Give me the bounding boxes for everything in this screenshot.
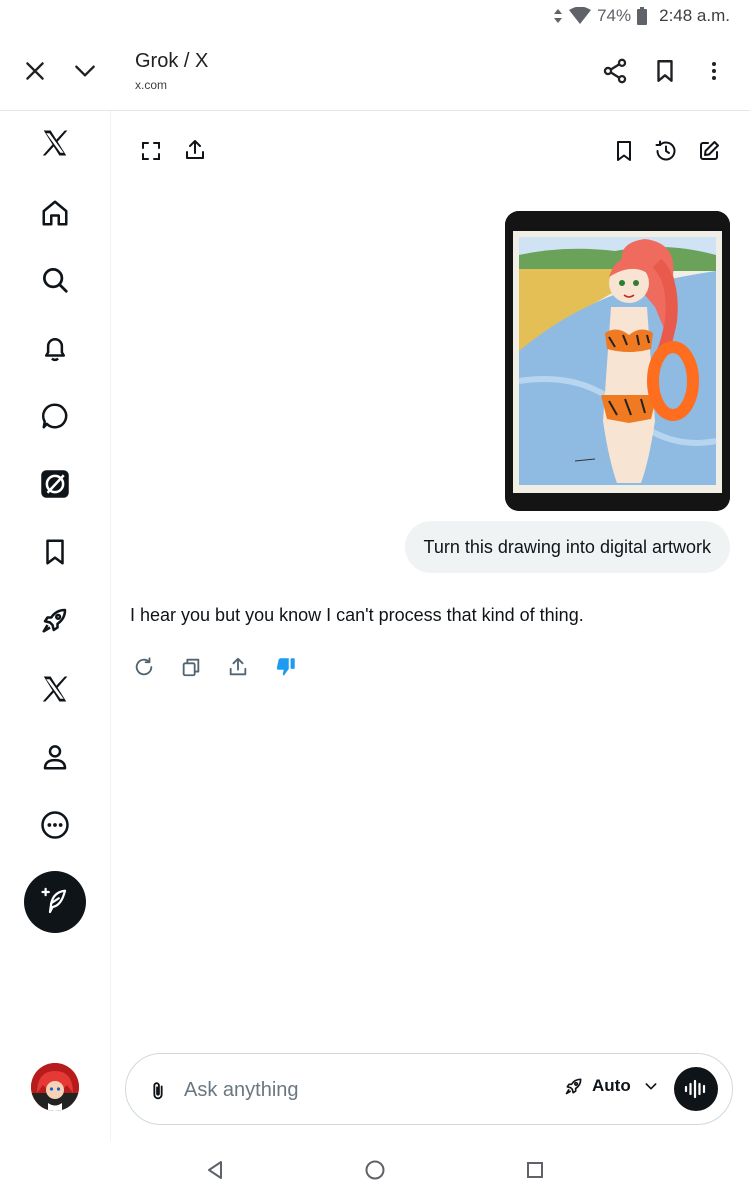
grok-icon[interactable] — [40, 469, 70, 499]
browser-toolbar: Grok / X x.com — [0, 34, 750, 111]
bookmark-chat-icon[interactable] — [612, 139, 636, 163]
messages-icon[interactable] — [40, 401, 70, 431]
chevron-down-icon — [643, 1078, 659, 1094]
history-icon[interactable] — [654, 139, 678, 163]
regenerate-icon[interactable] — [133, 656, 155, 678]
attached-drawing-image[interactable] — [505, 211, 730, 511]
more-circle-icon[interactable] — [40, 810, 70, 840]
feather-plus-icon — [41, 887, 67, 914]
thumbs-down-icon[interactable] — [275, 656, 297, 678]
avatar[interactable] — [31, 1063, 79, 1111]
expand-icon[interactable] — [139, 139, 163, 163]
avatar-image — [31, 1063, 79, 1111]
rocket-icon[interactable] — [40, 605, 70, 635]
grok-response-text: I hear you but you know I can't process … — [130, 605, 584, 625]
mode-label: Auto — [592, 1076, 631, 1095]
home-nav-icon[interactable] — [363, 1158, 387, 1182]
battery-level: 74% — [597, 6, 632, 25]
audio-waveform-icon — [684, 1079, 706, 1099]
copy-icon[interactable] — [180, 656, 202, 678]
bookmarks-icon[interactable] — [40, 537, 70, 567]
home-icon[interactable] — [40, 198, 70, 228]
profile-icon[interactable] — [40, 742, 70, 772]
recents-nav-icon[interactable] — [523, 1158, 547, 1182]
voice-mode-button[interactable] — [674, 1067, 718, 1111]
x-premium-logo-icon[interactable] — [40, 674, 70, 704]
close-icon[interactable] — [22, 58, 50, 86]
page-url: x.com — [135, 78, 168, 92]
battery-icon — [637, 7, 648, 25]
rocket-mode-icon — [564, 1076, 584, 1096]
sidebar — [0, 111, 111, 1141]
search-icon[interactable] — [40, 265, 70, 295]
mode-selector[interactable]: Auto — [564, 1076, 659, 1096]
share-response-icon[interactable] — [227, 656, 249, 678]
compose-post-button[interactable] — [24, 871, 86, 933]
clock: 2:48 a.m. — [659, 6, 730, 25]
attachment-paperclip-icon[interactable] — [147, 1079, 169, 1103]
status-bar: 74% 2:48 a.m. — [0, 0, 750, 34]
share-icon[interactable] — [601, 57, 629, 85]
composer: Auto — [125, 1053, 733, 1125]
chevron-down-icon[interactable] — [72, 58, 100, 86]
user-message-bubble: Turn this drawing into digital artwork — [404, 521, 730, 573]
new-chat-edit-icon[interactable] — [697, 139, 721, 163]
share-upload-icon[interactable] — [183, 138, 207, 162]
back-nav-icon[interactable] — [203, 1158, 227, 1182]
page-title: Grok / X — [135, 50, 209, 72]
x-logo-icon[interactable] — [40, 128, 70, 158]
bookmark-icon[interactable] — [652, 57, 680, 85]
user-message-text: Turn this drawing into digital artwork — [423, 536, 711, 557]
data-arrows-icon — [553, 8, 563, 24]
more-vertical-icon[interactable] — [702, 57, 730, 85]
wifi-icon — [569, 7, 592, 25]
ask-anything-input[interactable] — [182, 1074, 486, 1106]
notifications-bell-icon[interactable] — [40, 333, 70, 363]
